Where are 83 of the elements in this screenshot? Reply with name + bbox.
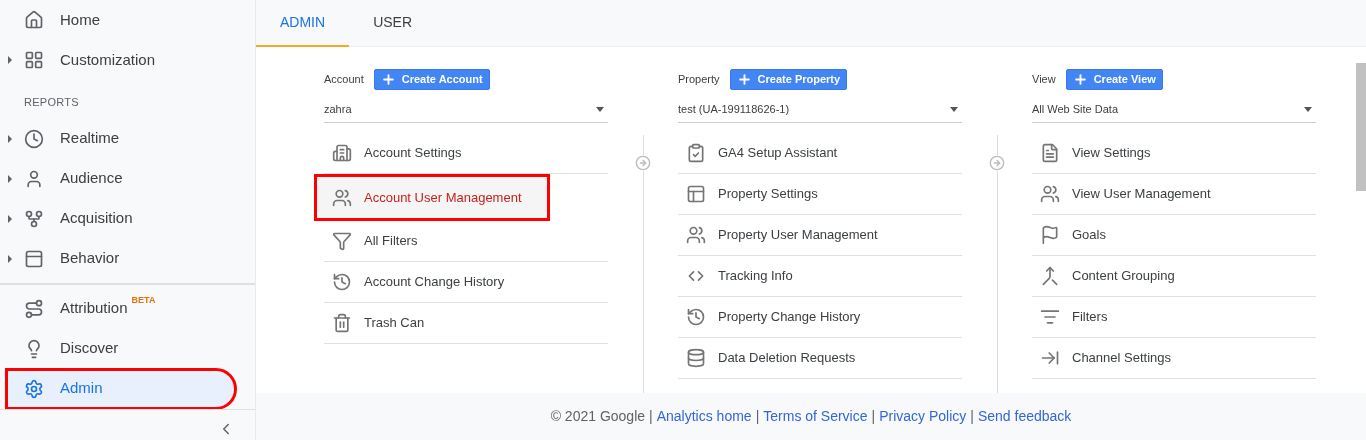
admin-menu-item[interactable]: Trash Can [324,303,608,344]
nav-item[interactable]: Acquisition [20,200,145,237]
admin-menu-item[interactable]: Content Grouping [1032,256,1316,297]
home-icon [24,10,44,30]
caret-icon [8,56,12,64]
nav-item[interactable]: Behavior [20,240,132,277]
column-label: Property [678,71,720,87]
trash-icon [332,313,352,333]
nav-item[interactable]: Audience [20,160,135,197]
caret-icon [8,214,12,223]
nav-item[interactable]: Realtime [20,120,132,157]
column-label: Account [324,71,364,87]
caret-icon [8,134,12,143]
copyright-text: © 2021 Google [550,407,646,426]
nav-item[interactable]: Home [20,2,112,38]
footer-link[interactable]: Send feedback [977,406,1072,427]
admin-menu-item[interactable]: Tracking Info [678,256,962,297]
admin-menu-item[interactable]: GA4 Setup Assistant [678,133,962,174]
admin-menu-item[interactable]: Goals [1032,215,1316,256]
dropdown[interactable]: zahra [324,97,608,123]
separator: | [649,407,653,426]
people-icon [1040,184,1060,204]
caret-icon [8,254,12,263]
admin-menu-item[interactable]: Data Deletion Requests [678,338,962,379]
dropdown-arrow-icon [950,107,958,112]
plus-icon [736,71,752,87]
clipboard-check-icon [686,143,706,163]
admin-menu-item[interactable]: Filters [1032,297,1316,338]
people-icon [686,225,706,245]
section-heading: REPORTS [23,95,79,110]
admin-menu-item[interactable]: View User Management [1032,174,1316,215]
dropdown-arrow-icon [1304,107,1312,112]
footer-link[interactable]: Terms of Service [763,406,868,427]
admin-menu-item[interactable]: Account User Management [317,177,547,218]
nav-item[interactable]: Attribution BETA [20,290,168,327]
separator: | [871,407,876,426]
flag-icon [1040,225,1060,245]
admin-menu-item[interactable]: All Filters [324,221,608,262]
settings-icon [24,378,44,399]
separator: | [755,407,760,426]
database-icon [686,348,706,368]
arrow-circle-icon [988,155,1005,171]
person-icon [24,168,44,189]
column-label: View [1032,71,1056,87]
admin-menu-item[interactable]: Account Change History [324,262,608,303]
dropdown[interactable]: All Web Site Data [1032,97,1316,123]
beta-label: BETA [131,294,156,305]
tab[interactable]: USER [349,0,437,47]
admin-menu-item[interactable]: View Settings [1032,133,1316,174]
nav-item[interactable]: Admin [8,370,234,407]
window-icon [24,248,44,269]
plus-icon [1072,71,1088,87]
building-icon [332,143,352,163]
document-icon [1040,143,1060,163]
dropdown[interactable]: test (UA-199118626-1) [678,97,962,123]
footer-link[interactable]: Privacy Policy [879,406,967,427]
plus-icon [380,71,396,87]
history-icon [686,307,706,327]
people-icon [332,187,352,208]
admin-menu-item[interactable]: Property Settings [678,174,962,215]
footer-link[interactable]: Analytics home [656,406,752,427]
arrow-circle-icon [634,155,651,171]
layout-icon [686,184,706,204]
dropdown-arrow-icon [596,107,604,112]
admin-menu-item[interactable]: Channel Settings [1032,338,1316,379]
admin-menu-item[interactable]: Property User Management [678,215,962,256]
create-button[interactable]: Create Property [729,68,848,90]
create-button[interactable]: Create View [1065,68,1163,90]
merge-icon [1040,266,1060,286]
clock-icon [24,128,44,149]
route-icon [24,298,44,319]
tab[interactable]: ADMIN [256,0,350,47]
filter-icon [1040,307,1060,327]
caret-icon [8,174,12,183]
nav-item[interactable]: Discover [20,330,131,367]
create-button[interactable]: Create Account [373,68,490,90]
separator: | [970,407,974,426]
history-icon [332,272,352,292]
filter-icon [332,231,352,251]
nav-item[interactable]: Customization [20,42,168,78]
grid-icon [24,50,44,70]
fork-icon [24,208,44,229]
admin-menu-item[interactable]: Property Change History [678,297,962,338]
